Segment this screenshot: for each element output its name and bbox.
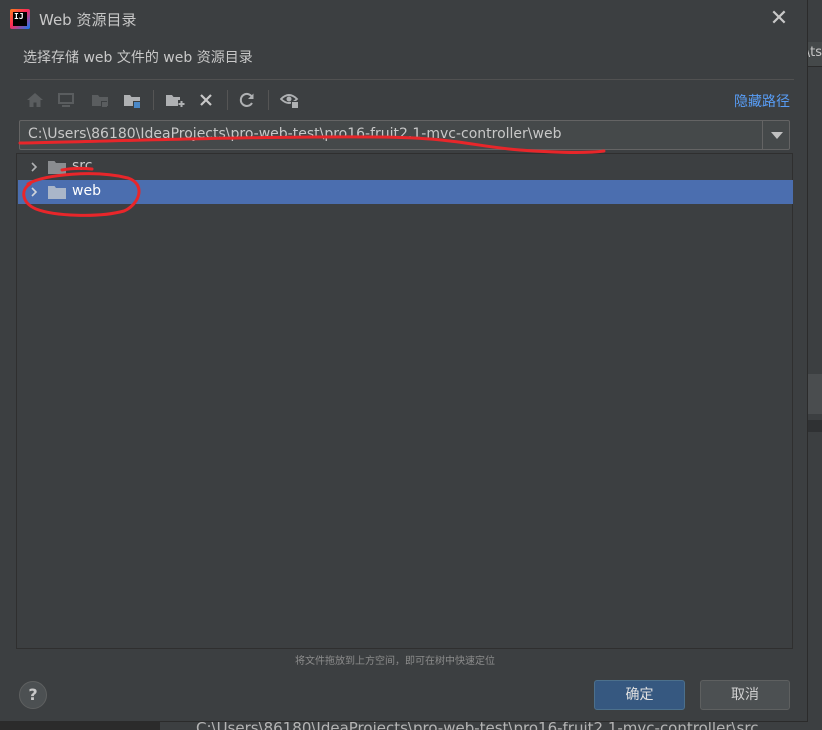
module-folder-icon[interactable] [120, 88, 144, 112]
home-icon[interactable] [23, 88, 47, 112]
divider [20, 79, 794, 80]
combo-divider [762, 121, 763, 149]
tree-item-web[interactable]: web [18, 180, 793, 204]
background-band [808, 420, 822, 432]
hide-path-link[interactable]: 隐藏路径 [734, 91, 790, 111]
background-path-fragment: ts\ [808, 42, 822, 66]
project-folder-icon[interactable] [88, 88, 112, 112]
dialog-description: 选择存储 web 文件的 web 资源目录 [23, 50, 253, 66]
show-hidden-icon[interactable] [278, 88, 302, 112]
folder-icon [48, 186, 66, 199]
background-ide-panel [808, 0, 822, 730]
folder-icon [48, 161, 66, 174]
file-chooser-toolbar [20, 86, 320, 114]
chevron-right-icon[interactable] [28, 161, 40, 173]
tree-item-label: web [72, 183, 101, 199]
path-input[interactable]: C:\Users\86180\IdeaProjects\pro-web-test… [28, 126, 561, 142]
help-button[interactable]: ? [19, 681, 47, 709]
tree-item-label: src [72, 158, 93, 174]
toolbar-separator [227, 90, 228, 110]
intellij-app-icon: IJ [10, 9, 30, 29]
chevron-right-icon[interactable] [28, 186, 40, 198]
ok-button[interactable]: 确定 [594, 680, 685, 710]
delete-icon[interactable] [194, 88, 218, 112]
cancel-button[interactable]: 取消 [700, 680, 790, 710]
refresh-icon[interactable] [235, 88, 259, 112]
background-divider [808, 66, 822, 67]
toolbar-separator [268, 90, 269, 110]
dialog-title: Web 资源目录 [39, 11, 137, 29]
tree-item-src[interactable]: src [18, 155, 793, 179]
chevron-down-icon[interactable] [771, 132, 783, 139]
close-button[interactable]: ✕ [766, 6, 792, 32]
desktop-icon[interactable] [54, 88, 78, 112]
drag-drop-hint: 将文件拖放到上方空间，即可在树中快速定位 [295, 656, 495, 667]
path-combobox[interactable]: C:\Users\86180\IdeaProjects\pro-web-test… [19, 120, 790, 150]
directory-tree[interactable]: src web [16, 153, 793, 649]
new-folder-icon[interactable] [163, 88, 187, 112]
toolbar-separator [153, 90, 154, 110]
title-bar: IJ Web 资源目录 ✕ [0, 0, 808, 38]
web-resource-directory-dialog: IJ Web 资源目录 ✕ 选择存储 web 文件的 web 资源目录 隐藏路径… [0, 0, 808, 722]
background-band [808, 374, 822, 414]
